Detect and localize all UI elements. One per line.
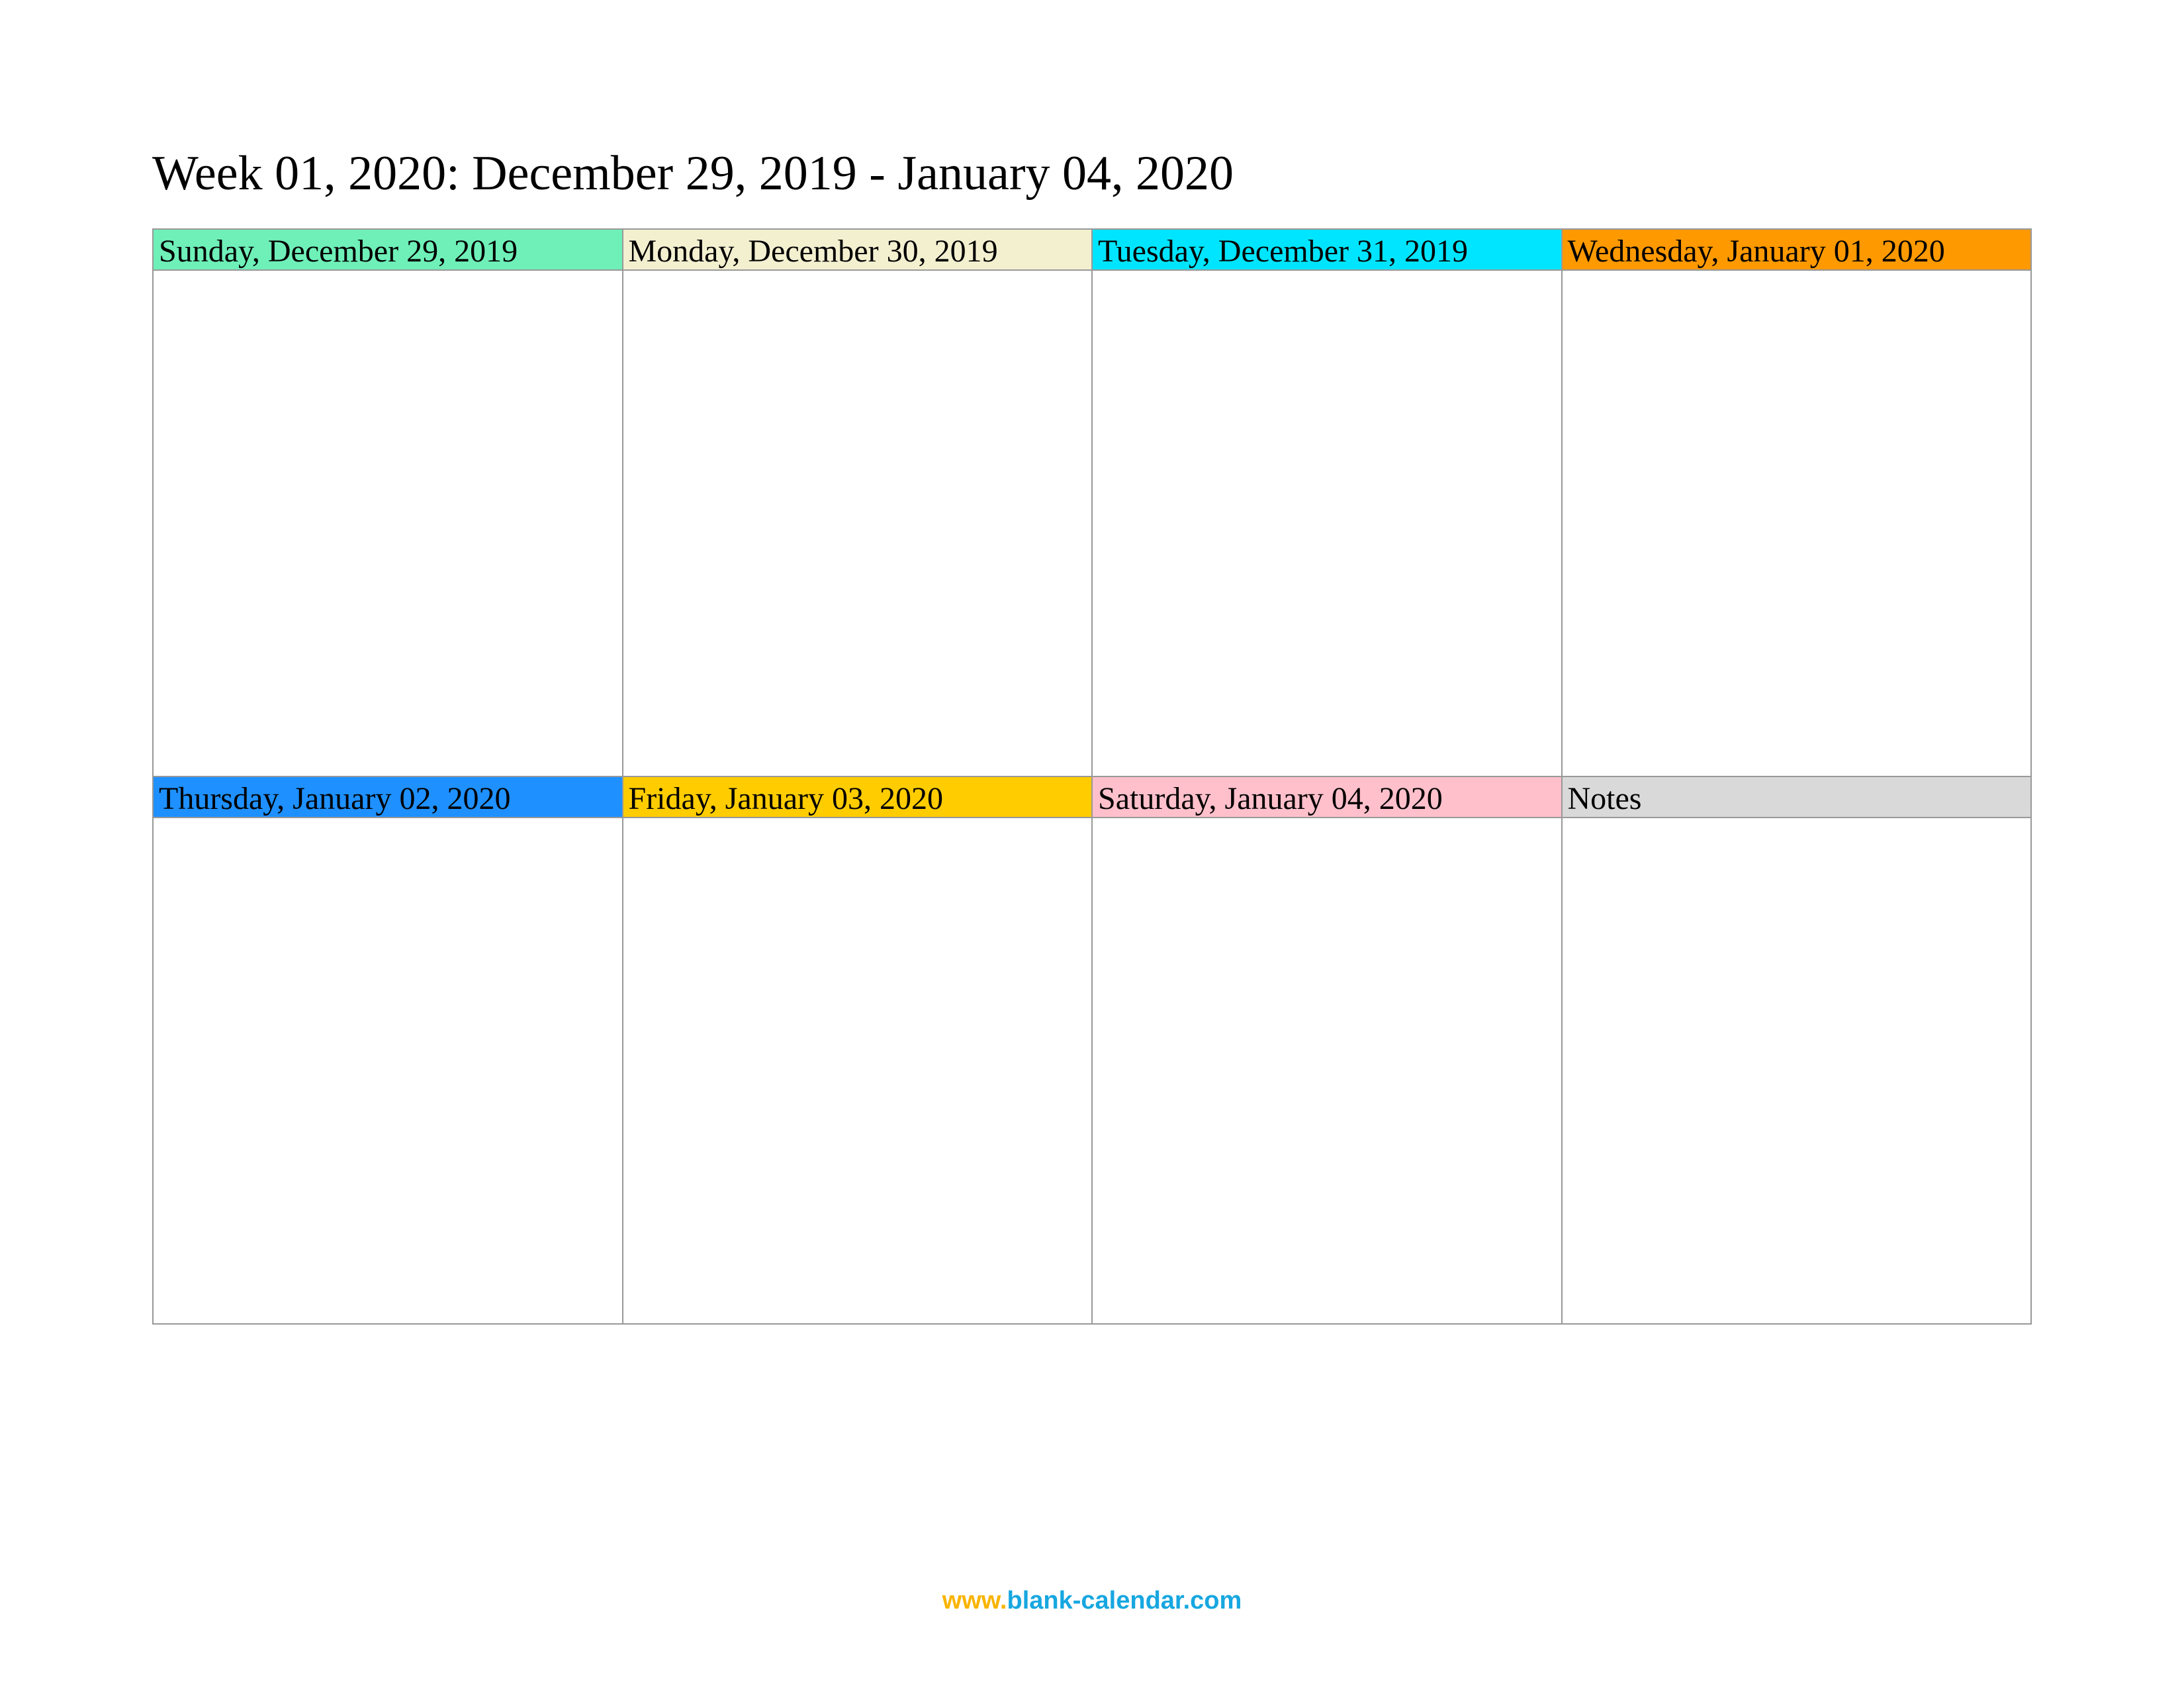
day-body-sunday[interactable]: [153, 270, 623, 776]
day-header-wednesday: Wednesday, January 01, 2020: [1562, 229, 2032, 270]
day-body-wednesday[interactable]: [1562, 270, 2032, 776]
calendar-grid: Sunday, December 29, 2019 Monday, Decemb…: [152, 228, 2032, 1325]
day-body-saturday[interactable]: [1092, 818, 1562, 1324]
day-header-friday: Friday, January 03, 2020: [623, 776, 1093, 818]
day-header-saturday: Saturday, January 04, 2020: [1092, 776, 1562, 818]
day-body-friday[interactable]: [623, 818, 1093, 1324]
day-body-thursday[interactable]: [153, 818, 623, 1324]
day-header-thursday: Thursday, January 02, 2020: [153, 776, 623, 818]
day-header-sunday: Sunday, December 29, 2019: [153, 229, 623, 270]
day-header-tuesday: Tuesday, December 31, 2019: [1092, 229, 1562, 270]
weekly-calendar-page: Week 01, 2020: December 29, 2019 - Janua…: [0, 0, 2184, 1325]
day-body-notes[interactable]: [1562, 818, 2032, 1324]
day-header-notes: Notes: [1562, 776, 2032, 818]
footer-domain: blank-calendar.com: [1007, 1587, 1242, 1615]
day-body-tuesday[interactable]: [1092, 270, 1562, 776]
page-title: Week 01, 2020: December 29, 2019 - Janua…: [152, 146, 2032, 202]
day-header-monday: Monday, December 30, 2019: [623, 229, 1093, 270]
footer-www: www.: [942, 1587, 1007, 1615]
footer-link[interactable]: www.blank-calendar.com: [0, 1587, 2184, 1615]
day-body-monday[interactable]: [623, 270, 1093, 776]
